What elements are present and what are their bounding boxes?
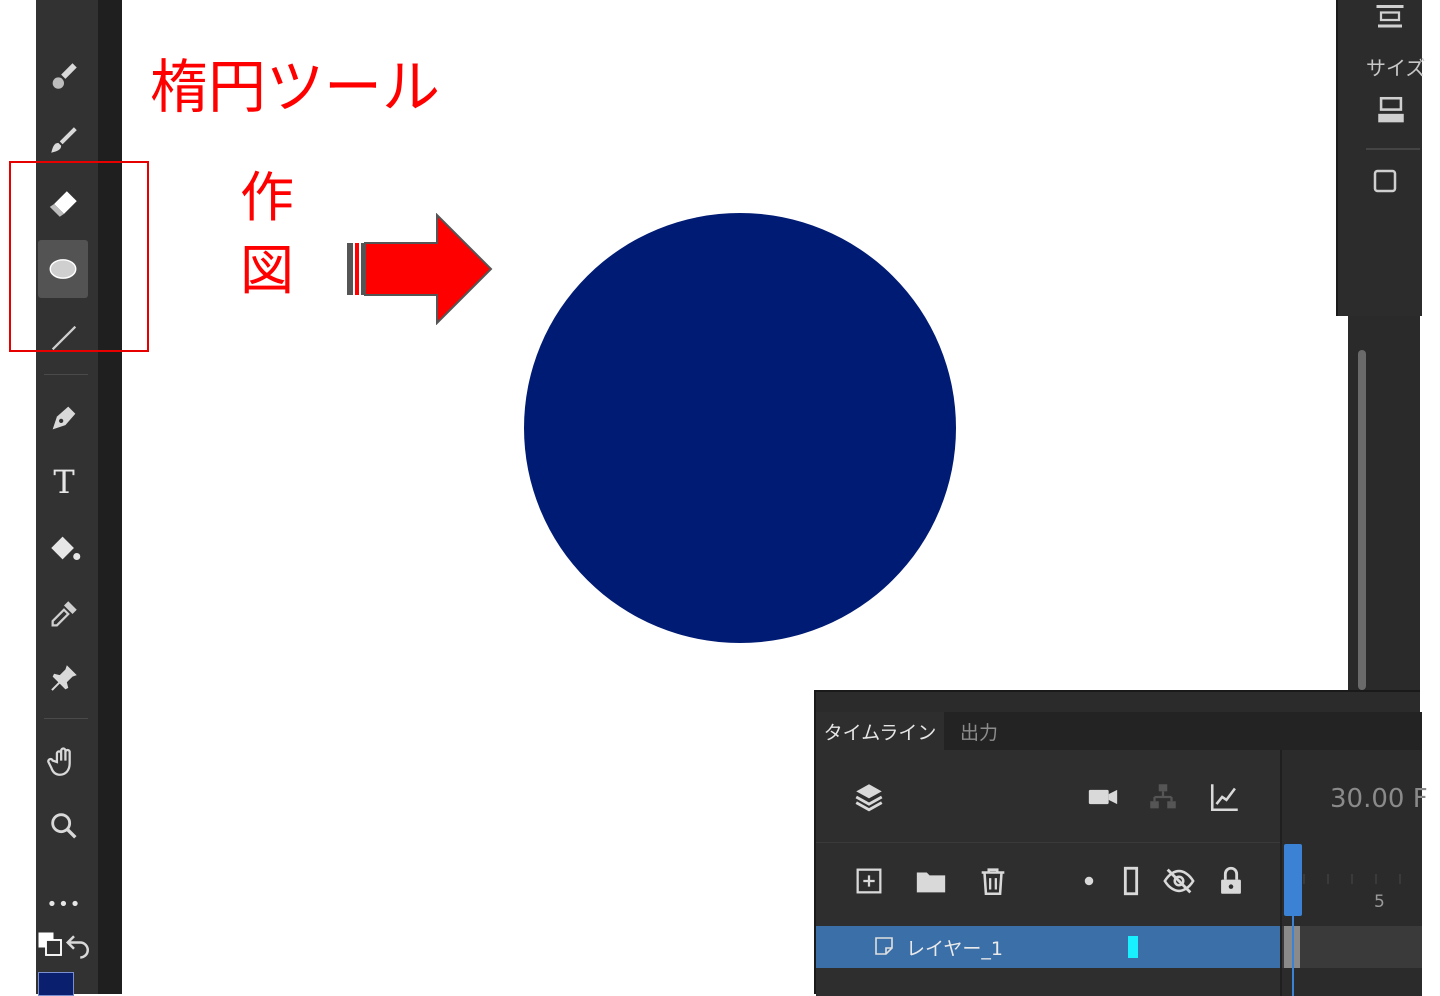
align-distribute-icon[interactable] xyxy=(1372,2,1408,42)
new-layer-icon[interactable] xyxy=(852,864,886,898)
fill-color-swatch[interactable] xyxy=(38,972,74,996)
tools-panel-edge xyxy=(98,0,122,994)
playhead[interactable] xyxy=(1284,844,1302,916)
toolbar-separator xyxy=(44,374,88,375)
outline-icon[interactable] xyxy=(1114,864,1148,898)
tab-timeline[interactable]: タイムライン xyxy=(816,712,944,750)
timeline-tab-bar: タイムライン 出力 xyxy=(816,712,1422,750)
highlight-layer-icon[interactable] xyxy=(1072,864,1106,898)
frame-number-marker: 5 xyxy=(1374,892,1385,912)
annotation-action-line1: 作 xyxy=(240,166,294,229)
swap-colors-icon[interactable] xyxy=(36,930,66,960)
properties-panel xyxy=(1336,0,1422,316)
playhead-line xyxy=(1292,916,1294,996)
paint-bucket-icon[interactable] xyxy=(44,528,84,568)
layer-name[interactable]: レイヤー_1 xyxy=(906,934,1003,961)
size-label: サイズ xyxy=(1366,56,1426,80)
text-icon[interactable]: T xyxy=(44,462,84,502)
visibility-off-icon[interactable] xyxy=(1162,864,1196,898)
eyedropper-icon[interactable] xyxy=(44,594,84,634)
paint-brush-icon[interactable] xyxy=(44,56,84,96)
tool-highlight-box xyxy=(9,161,149,352)
timeline-panel: タイムライン 出力 30.00 F 5 レイヤー_1 xyxy=(814,690,1428,996)
pin-icon[interactable] xyxy=(44,658,84,698)
frame-rate-display[interactable]: 30.00 F xyxy=(1330,784,1428,814)
zoom-icon[interactable] xyxy=(44,806,84,846)
hand-icon[interactable] xyxy=(44,742,84,782)
camera-icon[interactable] xyxy=(1086,780,1120,814)
layer-color-marker[interactable] xyxy=(1128,936,1138,958)
new-folder-icon[interactable] xyxy=(914,864,948,898)
drawn-circle-shape[interactable] xyxy=(524,213,956,643)
lock-icon[interactable] xyxy=(1214,864,1248,898)
undo-icon[interactable] xyxy=(64,930,94,960)
annotation-action: 作 図 xyxy=(240,162,300,308)
frame-ruler[interactable] xyxy=(1282,842,1422,892)
layer-type-icon xyxy=(872,934,896,962)
vertical-scrollbar[interactable] xyxy=(1358,350,1366,690)
arrow-right-icon xyxy=(347,213,493,325)
checkbox-icon[interactable] xyxy=(1370,166,1400,200)
layers-icon[interactable] xyxy=(852,780,886,814)
brush-icon[interactable] xyxy=(44,120,84,160)
pen-icon[interactable] xyxy=(44,398,84,438)
timeline-row-separator xyxy=(816,842,1280,843)
layer-row[interactable]: レイヤー_1 xyxy=(816,926,1280,968)
graph-icon[interactable] xyxy=(1208,780,1242,814)
panel-separator xyxy=(1366,148,1420,150)
match-size-icon[interactable] xyxy=(1374,94,1408,132)
more-tools-icon[interactable]: ••• xyxy=(44,884,84,924)
left-margin xyxy=(0,0,36,994)
more-tools-glyph: ••• xyxy=(46,893,82,915)
annotation-tool-name: 楕円ツール xyxy=(150,53,441,121)
toolbar-separator xyxy=(44,718,88,719)
tab-output[interactable]: 出力 xyxy=(946,712,1012,750)
annotation-action-line2: 図 xyxy=(240,238,294,302)
layer-parenting-icon[interactable] xyxy=(1146,780,1180,814)
trash-icon[interactable] xyxy=(976,864,1010,898)
text-tool-glyph: T xyxy=(53,463,75,501)
layer-frame-cells[interactable] xyxy=(1282,926,1422,968)
